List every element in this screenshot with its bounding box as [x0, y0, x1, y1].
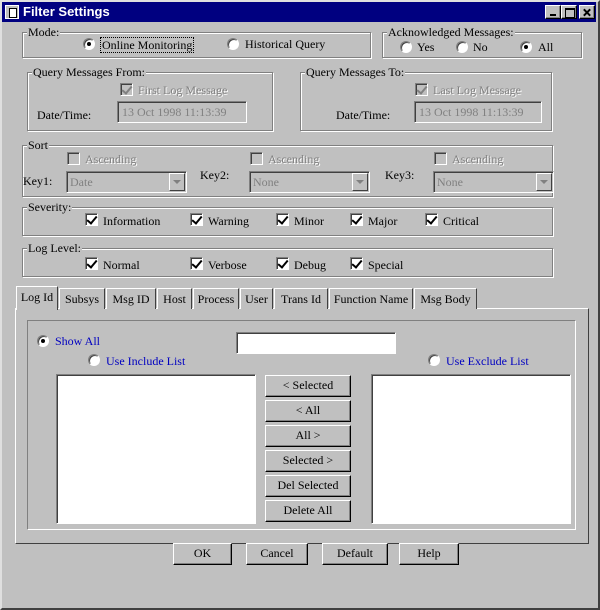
minimize-button[interactable] [545, 5, 561, 19]
first-log-label: First Log Message [138, 83, 228, 97]
tab-function-name[interactable]: Function Name [329, 288, 413, 309]
ack-no-radio[interactable] [456, 41, 468, 53]
use-exclude-label[interactable]: Use Exclude List [446, 354, 529, 368]
key2-select[interactable]: None [249, 171, 370, 193]
key1-ascending-checkbox[interactable] [67, 152, 80, 165]
move-all-left-button[interactable]: < All [265, 400, 351, 422]
key2-ascending-label: Ascending [268, 152, 320, 166]
severity-major-checkbox[interactable] [350, 213, 363, 226]
ok-button[interactable]: OK [173, 543, 232, 565]
loglevel-normal-label[interactable]: Normal [103, 258, 140, 272]
key1-select[interactable]: Date [66, 171, 187, 193]
move-all-right-button[interactable]: All > [265, 425, 351, 447]
cancel-button[interactable]: Cancel [246, 543, 308, 565]
tab-user[interactable]: User [240, 288, 273, 309]
chevron-down-icon[interactable] [352, 173, 368, 191]
to-datetime-field[interactable]: 13 Oct 1998 11:13:39 [414, 101, 542, 123]
ack-no-label[interactable]: No [473, 40, 488, 54]
mode-online-label[interactable]: Online Monitoring [100, 37, 195, 53]
key3-label: Key3: [385, 168, 415, 182]
include-list[interactable] [56, 374, 256, 524]
key2-label: Key2: [200, 168, 230, 182]
loglevel-debug-label[interactable]: Debug [294, 258, 326, 272]
loglevel-verbose-checkbox[interactable] [190, 257, 203, 270]
move-selected-right-button[interactable]: Selected > [265, 450, 351, 472]
key1-label: Key1: [23, 174, 53, 188]
severity-minor-label[interactable]: Minor [294, 214, 324, 228]
key3-ascending-checkbox[interactable] [434, 152, 447, 165]
severity-warning-checkbox[interactable] [190, 213, 203, 226]
delete-all-button[interactable]: Delete All [265, 500, 351, 522]
severity-critical-label[interactable]: Critical [443, 214, 479, 228]
ack-yes-radio[interactable] [400, 41, 412, 53]
log-level-legend: Log Level: [27, 241, 82, 255]
mode-online-radio[interactable] [83, 38, 95, 50]
last-log-label: Last Log Message [433, 83, 521, 97]
title-bar[interactable]: Filter Settings [2, 2, 596, 22]
loglevel-debug-checkbox[interactable] [276, 257, 289, 270]
severity-legend: Severity: [27, 200, 73, 214]
key1-ascending-label: Ascending [85, 152, 137, 166]
tab-trans-id[interactable]: Trans Id [274, 288, 328, 309]
log-id-input[interactable] [236, 332, 396, 354]
query-from-legend: Query Messages From: [32, 65, 146, 79]
severity-information-label[interactable]: Information [103, 214, 160, 228]
loglevel-normal-checkbox[interactable] [85, 257, 98, 270]
key2-value: None [253, 175, 279, 189]
last-log-checkbox[interactable] [415, 83, 428, 96]
key1-value: Date [70, 175, 93, 189]
ack-all-label[interactable]: All [538, 40, 553, 54]
loglevel-special-label[interactable]: Special [368, 258, 403, 272]
tab-msg-body[interactable]: Msg Body [414, 288, 477, 309]
ack-all-radio[interactable] [520, 41, 532, 53]
tab-msg-id[interactable]: Msg ID [106, 288, 156, 309]
severity-major-label[interactable]: Major [368, 214, 397, 228]
ack-yes-label[interactable]: Yes [417, 40, 434, 54]
tab-process[interactable]: Process [193, 288, 239, 309]
mode-historical-radio[interactable] [227, 38, 239, 50]
mode-historical-label[interactable]: Historical Query [245, 37, 325, 51]
query-to-legend: Query Messages To: [305, 65, 406, 79]
severity-information-checkbox[interactable] [85, 213, 98, 226]
key2-ascending-checkbox[interactable] [250, 152, 263, 165]
window-title: Filter Settings [23, 4, 110, 19]
mode-legend: Mode: [27, 25, 61, 39]
app-icon[interactable] [5, 5, 19, 19]
use-include-label[interactable]: Use Include List [106, 354, 185, 368]
severity-minor-checkbox[interactable] [276, 213, 289, 226]
ack-legend: Acknowledged Messages: [387, 25, 515, 39]
key3-select[interactable]: None [433, 171, 554, 193]
use-include-radio[interactable] [88, 354, 100, 366]
sort-legend: Sort [27, 138, 50, 152]
tab-subsys[interactable]: Subsys [59, 288, 105, 309]
to-datetime-label: Date/Time: [336, 108, 391, 122]
chevron-down-icon[interactable] [169, 173, 185, 191]
use-exclude-radio[interactable] [428, 354, 440, 366]
default-button[interactable]: Default [322, 543, 388, 565]
key3-ascending-label: Ascending [452, 152, 504, 166]
move-selected-left-button[interactable]: < Selected [265, 375, 351, 397]
delete-selected-button[interactable]: Del Selected [265, 475, 351, 497]
from-datetime-label: Date/Time: [37, 108, 92, 122]
show-all-label[interactable]: Show All [55, 334, 100, 348]
loglevel-verbose-label[interactable]: Verbose [208, 258, 247, 272]
loglevel-special-checkbox[interactable] [350, 257, 363, 270]
tab-host[interactable]: Host [157, 288, 192, 309]
severity-warning-label[interactable]: Warning [208, 214, 249, 228]
chevron-down-icon[interactable] [536, 173, 552, 191]
close-button[interactable] [579, 5, 595, 19]
from-datetime-field[interactable]: 13 Oct 1998 11:13:39 [117, 101, 247, 123]
help-button[interactable]: Help [399, 543, 459, 565]
tab-log-id[interactable]: Log Id [16, 286, 58, 310]
first-log-checkbox[interactable] [120, 83, 133, 96]
show-all-radio[interactable] [37, 335, 49, 347]
severity-critical-checkbox[interactable] [425, 213, 438, 226]
key3-value: None [437, 175, 463, 189]
exclude-list[interactable] [371, 374, 571, 524]
maximize-button[interactable] [561, 5, 577, 19]
